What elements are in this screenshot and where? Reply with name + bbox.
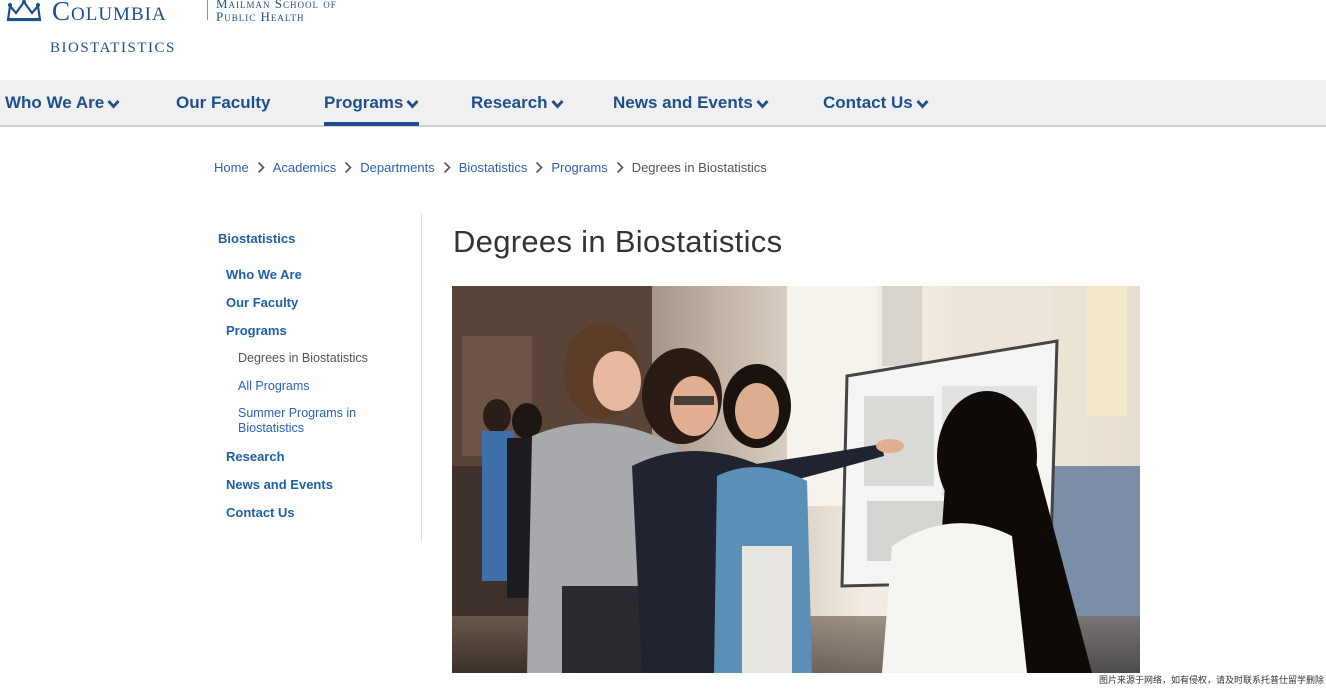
sidebar-item-programs[interactable]: Programs [226, 323, 287, 338]
nav-label: Who We Are [5, 92, 105, 112]
nav-label: News and Events [613, 92, 753, 112]
nav-who-we-are[interactable]: Who We Are [5, 80, 120, 125]
hero-image [452, 286, 1140, 673]
hero-photo-illustration [452, 286, 1140, 673]
chevron-right-icon [536, 161, 543, 174]
breadcrumb-programs[interactable]: Programs [551, 160, 607, 175]
nav-our-faculty[interactable]: Our Faculty [176, 80, 270, 125]
nav-research[interactable]: Research [471, 80, 564, 125]
sidebar-item-contact-us[interactable]: Contact Us [226, 505, 295, 520]
breadcrumb: Home Academics Departments Biostatistics… [214, 160, 767, 175]
logo-columbia-text: Columbia [52, 0, 167, 26]
nav-programs[interactable]: Programs [324, 80, 420, 126]
breadcrumb-departments[interactable]: Departments [360, 160, 434, 175]
chevron-right-icon [345, 161, 352, 174]
breadcrumb-home[interactable]: Home [214, 160, 249, 175]
sidebar-title[interactable]: Biostatistics [218, 231, 295, 246]
watermark-text: 图片来源于网络，如有侵权，请及时联系托普仕留学删除 [1098, 675, 1324, 685]
site-logo[interactable]: Columbia Mailman School of Public Health… [4, 0, 364, 64]
breadcrumb-biostatistics[interactable]: Biostatistics [459, 160, 528, 175]
chevron-down-icon [916, 99, 929, 109]
nav-contact-us[interactable]: Contact Us [823, 80, 929, 125]
chevron-right-icon [616, 161, 624, 174]
nav-label: Programs [324, 92, 404, 112]
logo-department-text: BIOSTATISTICS [50, 40, 176, 56]
chevron-down-icon [107, 99, 120, 109]
logo-school-text: Mailman School of Public Health [216, 0, 337, 24]
main-nav: Who We Are Our Faculty Programs Research… [0, 80, 1326, 127]
crown-icon [6, 0, 42, 22]
sidebar-item-news-and-events[interactable]: News and Events [226, 477, 333, 492]
sidebar-item-research[interactable]: Research [226, 449, 285, 464]
sidebar-subitem-summer-programs[interactable]: Summer Programs in Biostatistics [238, 406, 388, 436]
chevron-down-icon [756, 99, 769, 109]
chevron-down-icon [551, 99, 564, 109]
sidebar-subitem-all-programs[interactable]: All Programs [238, 379, 388, 394]
logo-divider [207, 0, 208, 20]
breadcrumb-academics[interactable]: Academics [273, 160, 337, 175]
sidebar-subitem-degrees[interactable]: Degrees in Biostatistics [238, 351, 388, 366]
chevron-right-icon [257, 161, 265, 174]
sidebar-item-our-faculty[interactable]: Our Faculty [226, 295, 298, 310]
sidebar-item-who-we-are[interactable]: Who We Are [226, 267, 302, 282]
sidebar-nav: Biostatistics Who We Are Our Faculty Pro… [218, 214, 422, 542]
nav-label: Our Faculty [176, 92, 271, 112]
chevron-right-icon [443, 161, 451, 174]
page-title: Degrees in Biostatistics [453, 224, 783, 259]
nav-label: Contact Us [823, 92, 913, 112]
chevron-down-icon [406, 99, 419, 109]
nav-label: Research [471, 92, 548, 112]
breadcrumb-current: Degrees in Biostatistics [631, 160, 767, 175]
nav-news-and-events[interactable]: News and Events [613, 80, 769, 125]
